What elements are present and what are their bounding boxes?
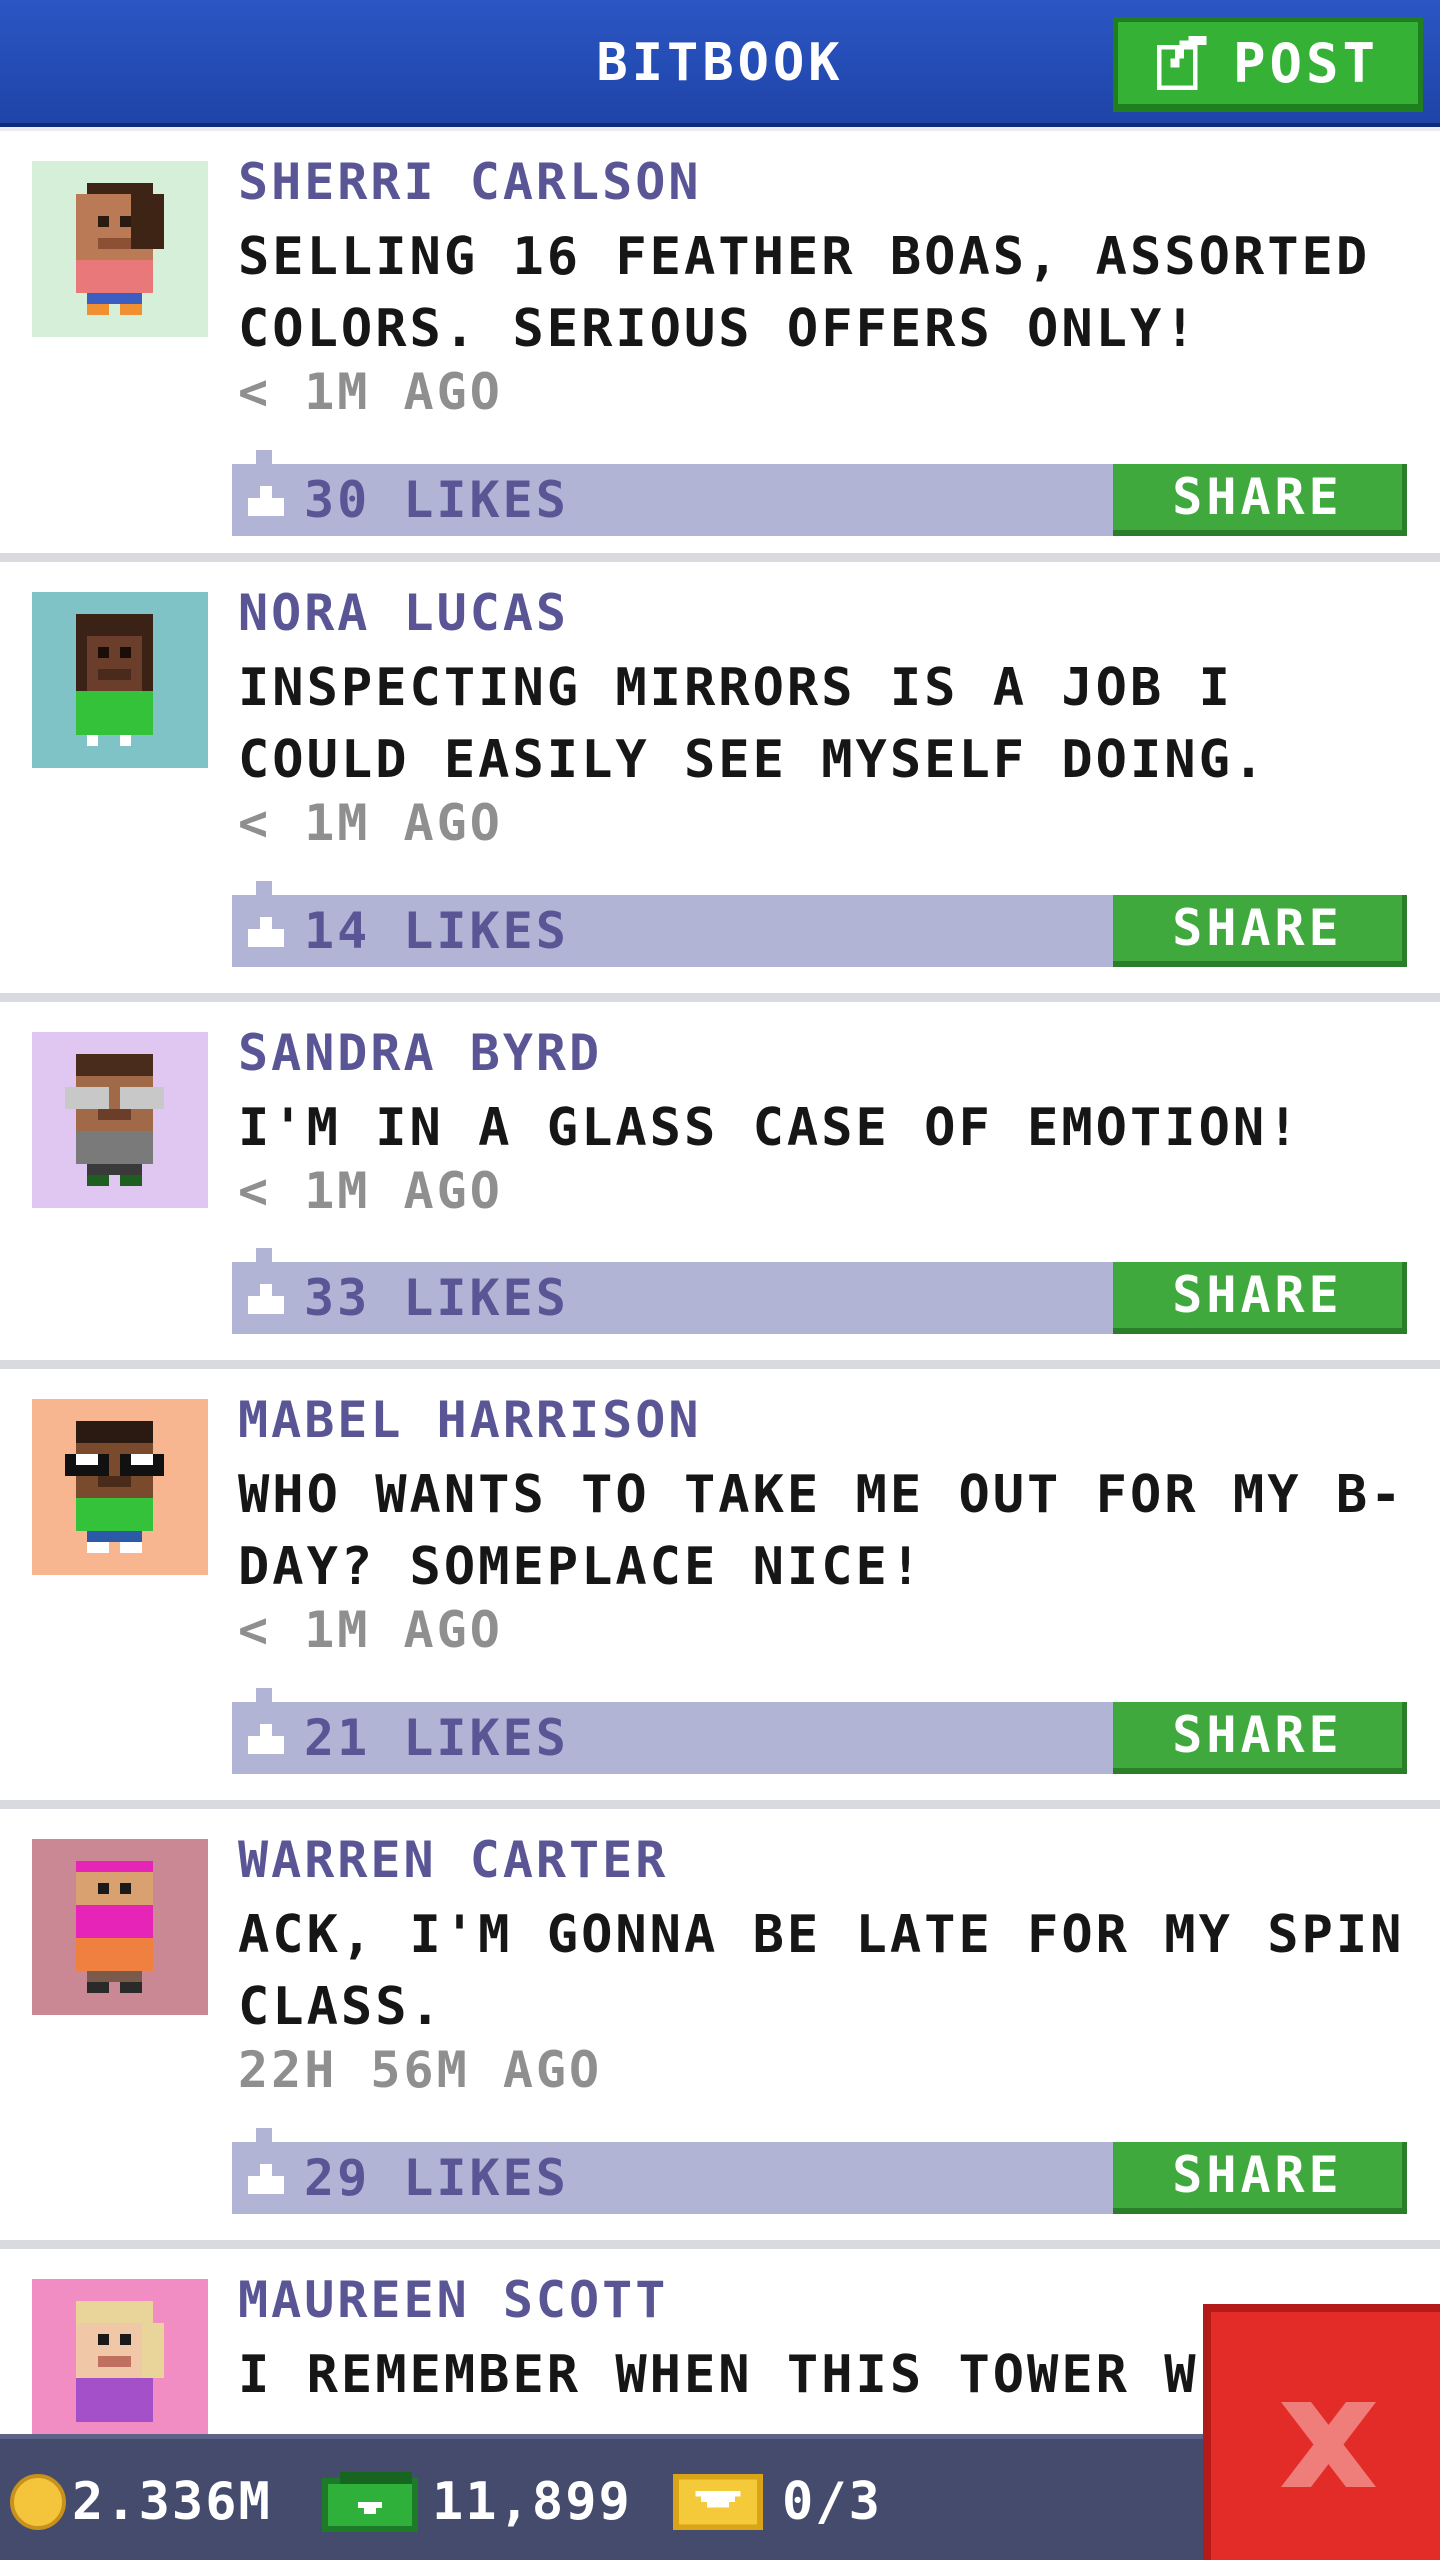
likes-count: 33 LIKES xyxy=(304,1269,569,1327)
header-bar: BITBOOK POST xyxy=(0,0,1440,127)
thumbs-up-icon xyxy=(248,917,284,947)
post-author-name[interactable]: MAUREEN SCOTT xyxy=(238,2271,668,2329)
likes-bar-tab xyxy=(256,2128,272,2142)
post-text: ACK, I'M GONNA BE LATE FOR MY SPIN CLASS… xyxy=(238,1905,1405,2037)
post-timestamp: < 1M AGO xyxy=(238,1162,503,1220)
post-timestamp: 22H 56M AGO xyxy=(238,2041,603,2099)
thumbs-up-icon xyxy=(248,1284,284,1314)
bux-stat[interactable]: 11,899 xyxy=(322,2439,632,2560)
avatar[interactable] xyxy=(32,1839,208,2015)
close-icon xyxy=(1281,2402,1376,2487)
bitbook-screen: BITBOOK POST SHERRI CARLSON SELLING 16 F… xyxy=(0,0,1440,2560)
post-button[interactable]: POST xyxy=(1113,17,1423,112)
avatar[interactable] xyxy=(32,2279,208,2455)
thumbs-up-icon xyxy=(248,486,284,516)
avatar[interactable] xyxy=(32,1032,208,1208)
share-button[interactable]: SHARE xyxy=(1113,1262,1407,1334)
feed-post: SANDRA BYRD I'M IN A GLASS CASE OF EMOTI… xyxy=(0,1002,1440,1369)
coins-value: 2.336M xyxy=(72,2472,272,2532)
post-author-name[interactable]: WARREN CARTER xyxy=(238,1831,668,1889)
likes-count: 29 LIKES xyxy=(304,2149,569,2207)
feed-list: SHERRI CARLSON SELLING 16 FEATHER BOAS, … xyxy=(0,131,1440,2549)
likes-bar-tab xyxy=(256,1688,272,1702)
post-text: SELLING 16 FEATHER BOAS, ASSORTED COLORS… xyxy=(238,227,1371,359)
ticket-icon xyxy=(672,2474,764,2530)
coin-icon xyxy=(10,2474,66,2530)
avatar[interactable] xyxy=(32,1399,208,1575)
bux-value: 11,899 xyxy=(432,2472,632,2532)
post-text: I'M IN A GLASS CASE OF EMOTION! xyxy=(238,1098,1302,1158)
post-button-label: POST xyxy=(1232,31,1380,95)
avatar[interactable] xyxy=(32,161,208,337)
tickets-stat[interactable]: 0/3 xyxy=(672,2439,882,2560)
post-text: WHO WANTS TO TAKE ME OUT FOR MY B-DAY? S… xyxy=(238,1465,1405,1597)
feed-post: WARREN CARTER ACK, I'M GONNA BE LATE FOR… xyxy=(0,1809,1440,2249)
feed-post: NORA LUCAS INSPECTING MIRRORS IS A JOB I… xyxy=(0,562,1440,1002)
share-button[interactable]: SHARE xyxy=(1113,2142,1407,2214)
post-timestamp: < 1M AGO xyxy=(238,363,503,421)
bux-icon xyxy=(322,2472,418,2532)
likes-count: 30 LIKES xyxy=(304,471,569,529)
share-button[interactable]: SHARE xyxy=(1113,895,1407,967)
post-author-name[interactable]: NORA LUCAS xyxy=(238,584,569,642)
feed-post: MABEL HARRISON WHO WANTS TO TAKE ME OUT … xyxy=(0,1369,1440,1809)
post-text: I REMEMBER WHEN THIS TOWER W xyxy=(238,2345,1199,2405)
post-author-name[interactable]: SHERRI CARLSON xyxy=(238,153,701,211)
likes-count: 21 LIKES xyxy=(304,1709,569,1767)
tickets-value: 0/3 xyxy=(782,2472,882,2532)
edit-square-icon xyxy=(1156,36,1211,90)
feed-post: SHERRI CARLSON SELLING 16 FEATHER BOAS, … xyxy=(0,131,1440,562)
likes-bar-tab xyxy=(256,881,272,895)
avatar[interactable] xyxy=(32,592,208,768)
likes-count: 14 LIKES xyxy=(304,902,569,960)
post-author-name[interactable]: MABEL HARRISON xyxy=(238,1391,701,1449)
coins-stat[interactable]: 2.336M xyxy=(10,2439,272,2560)
post-timestamp: < 1M AGO xyxy=(238,1601,503,1659)
share-button[interactable]: SHARE xyxy=(1113,1702,1407,1774)
thumbs-up-icon xyxy=(248,1724,284,1754)
thumbs-up-icon xyxy=(248,2164,284,2194)
post-author-name[interactable]: SANDRA BYRD xyxy=(238,1024,602,1082)
post-timestamp: < 1M AGO xyxy=(238,794,503,852)
close-button[interactable] xyxy=(1203,2304,1440,2560)
likes-bar-tab xyxy=(256,450,272,464)
likes-bar-tab xyxy=(256,1248,272,1262)
post-text: INSPECTING MIRRORS IS A JOB I COULD EASI… xyxy=(238,658,1268,790)
share-button[interactable]: SHARE xyxy=(1113,464,1407,536)
